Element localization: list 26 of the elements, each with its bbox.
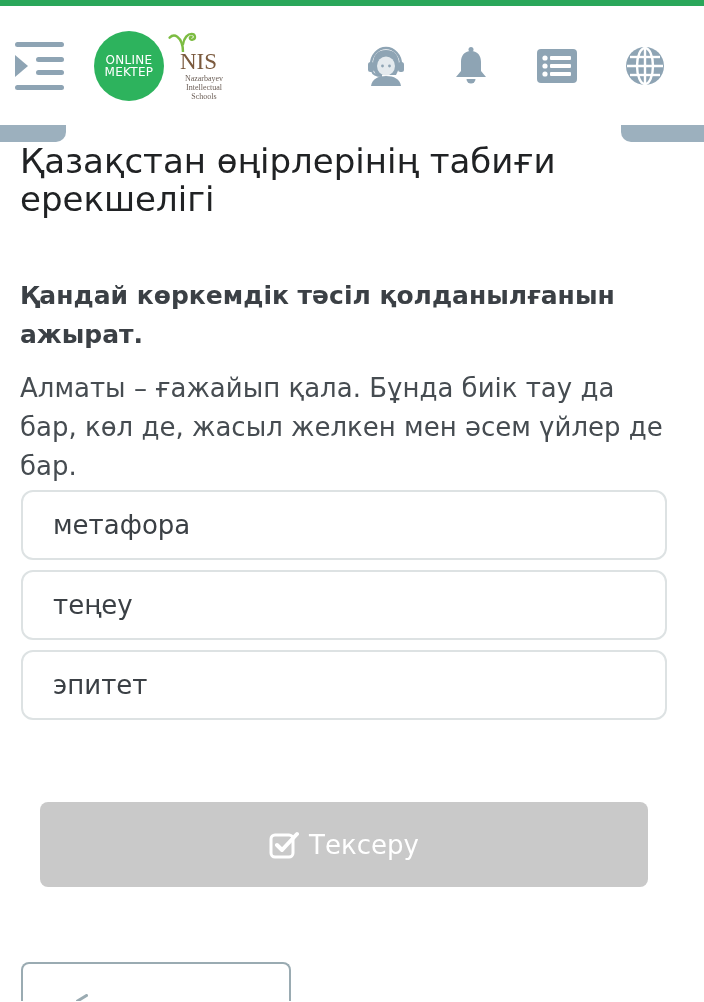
logo-tagline: Schools <box>191 91 217 101</box>
back-button[interactable] <box>21 962 291 1001</box>
globe-icon <box>626 46 664 85</box>
support-agent-icon <box>367 45 405 86</box>
question-passage: Алматы – ғажайып қала. Бұнда биік тау да бар, көл де, жасыл желкен мен әсем үйлер де бар. <box>20 372 664 483</box>
bell-icon <box>454 45 488 86</box>
logo-text: NIS <box>180 51 218 72</box>
language-button[interactable] <box>626 46 664 85</box>
answer-option[interactable]: теңеу <box>21 570 667 640</box>
sprout-icon <box>168 30 198 52</box>
logo-text: MEKTEP <box>104 65 154 78</box>
menu-icon <box>15 41 64 90</box>
answer-option[interactable]: метафора <box>21 490 667 560</box>
answer-option[interactable]: эпитет <box>21 650 667 720</box>
logo-tagline: Intellectual <box>186 82 222 92</box>
panel-edge <box>0 125 66 142</box>
logo-tagline: Nazarbayev <box>184 73 224 83</box>
question-prompt: Қандай көркемдік тәсіл қолданылғанын ажырат. <box>20 280 616 351</box>
lesson-title: Қазақстан өңірлерінің табиғи ерекшелігі <box>20 142 557 218</box>
list-icon <box>537 48 577 83</box>
list-button[interactable] <box>537 48 577 83</box>
menu-button[interactable] <box>15 41 64 90</box>
support-button[interactable] <box>367 45 405 86</box>
logo-text: ONLINE <box>105 53 153 66</box>
checkbox-icon <box>269 829 300 860</box>
notifications-button[interactable] <box>454 45 488 86</box>
